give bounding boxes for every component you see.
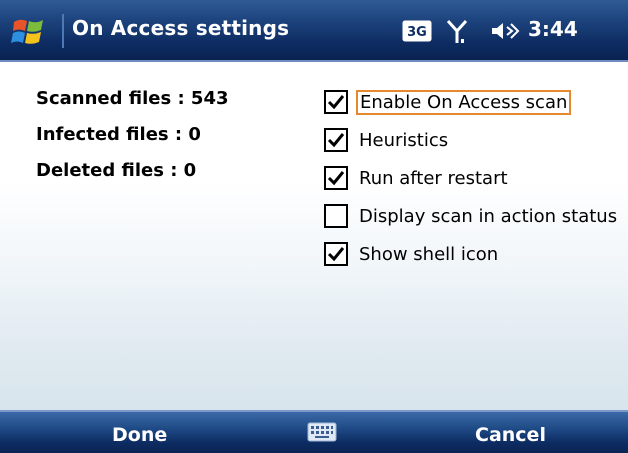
option-label: Enable On Access scan xyxy=(356,89,572,115)
option-show-shell-icon[interactable]: Show shell icon xyxy=(324,239,501,269)
check-icon xyxy=(327,171,345,186)
display-scan-in-action-status-checkbox[interactable] xyxy=(324,204,348,228)
title-separator xyxy=(62,14,64,48)
check-icon xyxy=(327,95,345,110)
enable-on-access-scan-checkbox[interactable] xyxy=(324,90,348,114)
infected-files-count: Infected files : 0 xyxy=(36,124,201,145)
volume-icon[interactable] xyxy=(490,20,522,42)
option-label: Display scan in action status xyxy=(359,205,618,227)
softkey-bar: Done Cancel xyxy=(0,410,628,453)
windows-start-icon[interactable] xyxy=(10,14,50,52)
cancel-button[interactable]: Cancel xyxy=(475,424,546,446)
network-label: 3G xyxy=(407,25,427,40)
3g-icon[interactable]: 3G xyxy=(402,20,432,42)
option-label: Run after restart xyxy=(359,167,508,189)
deleted-files-count: Deleted files : 0 xyxy=(36,160,197,181)
check-icon xyxy=(327,133,345,148)
scanned-files-count: Scanned files : 543 xyxy=(36,88,229,109)
done-button[interactable]: Done xyxy=(112,424,167,446)
option-display-scan-in-action-status[interactable]: Display scan in action status xyxy=(324,201,620,231)
clock: 3:44 xyxy=(528,17,578,41)
show-shell-icon-checkbox[interactable] xyxy=(324,242,348,266)
run-after-restart-checkbox[interactable] xyxy=(324,166,348,190)
option-enable-on-access-scan[interactable]: Enable On Access scan xyxy=(324,87,572,117)
title-bar: On Access settings 3G 3:44 xyxy=(0,0,628,62)
option-run-after-restart[interactable]: Run after restart xyxy=(324,163,511,193)
option-heuristics[interactable]: Heuristics xyxy=(324,125,451,155)
signal-antenna-icon[interactable] xyxy=(446,19,468,45)
screen: On Access settings 3G 3:44 Scanned files… xyxy=(0,0,628,453)
keyboard-icon[interactable] xyxy=(307,422,337,442)
option-label: Heuristics xyxy=(359,129,449,151)
check-icon xyxy=(327,247,345,262)
heuristics-checkbox[interactable] xyxy=(324,128,348,152)
option-label: Show shell icon xyxy=(359,243,499,265)
app-title: On Access settings xyxy=(72,16,290,40)
